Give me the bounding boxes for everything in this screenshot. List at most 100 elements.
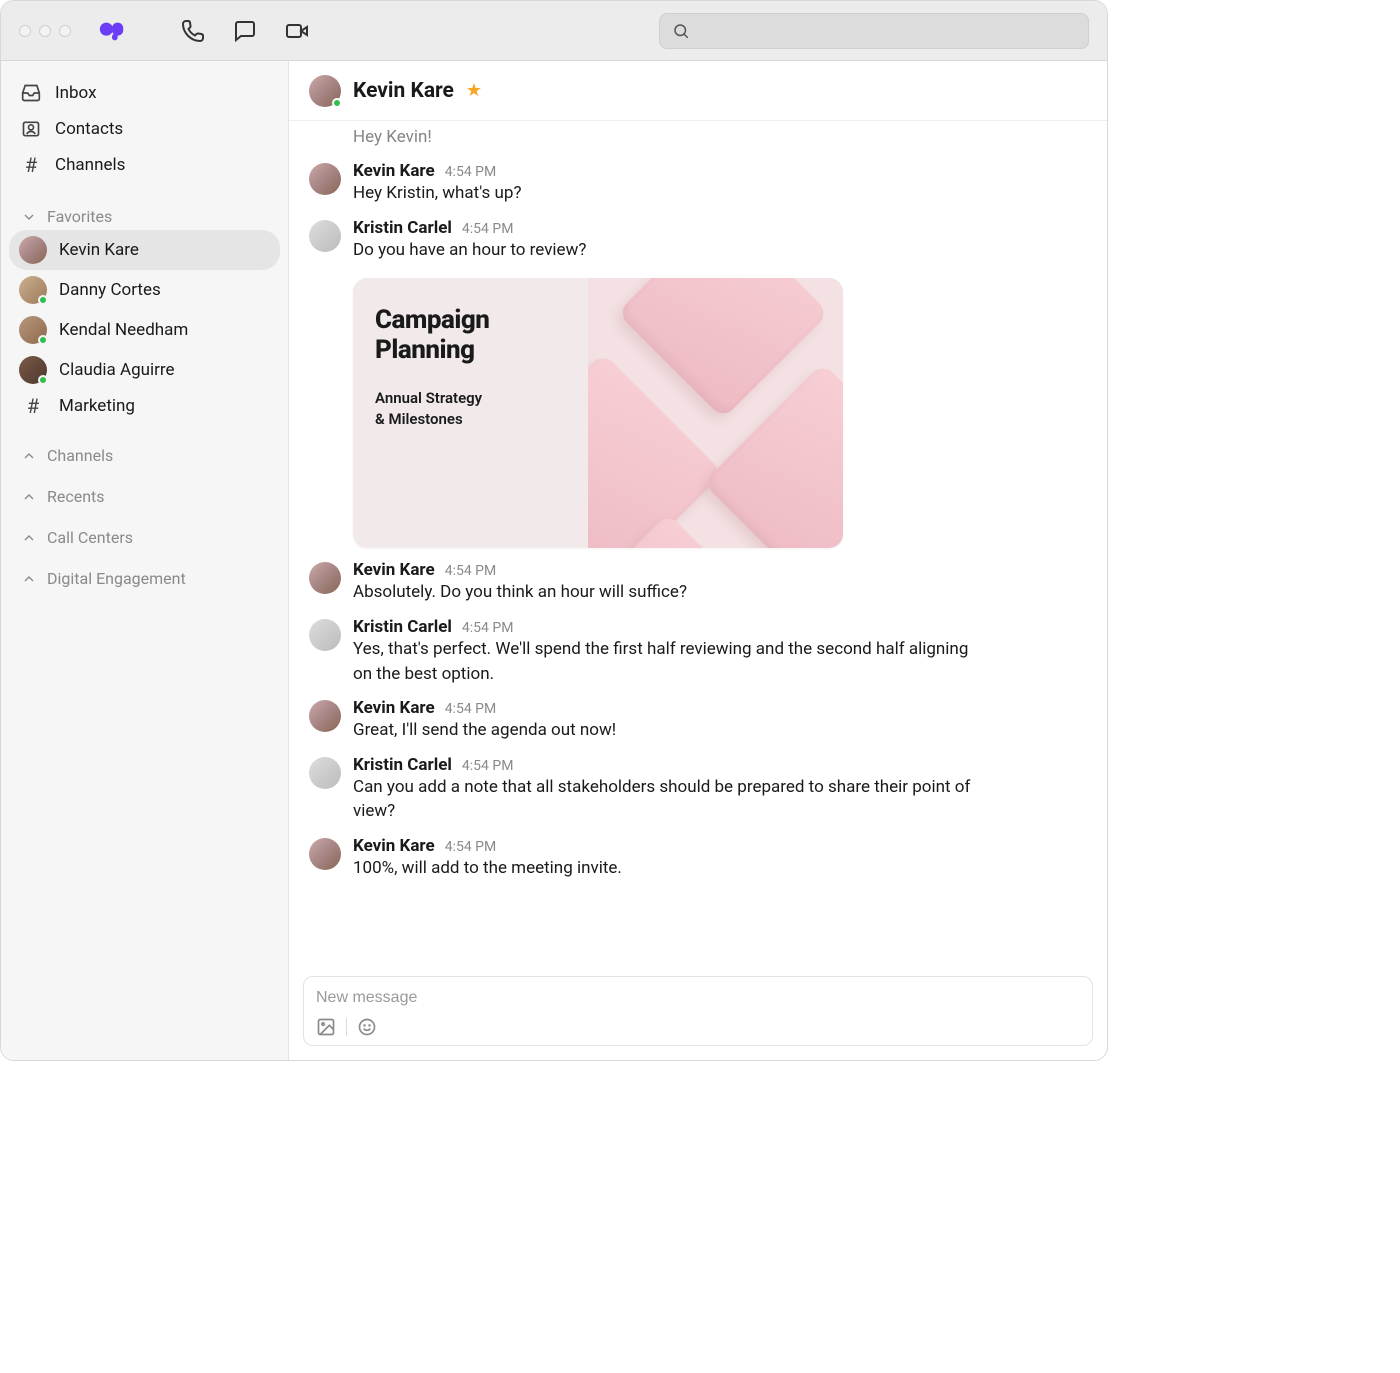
conversation-pane: Kevin Kare ★ Hey Kevin! Kevin Kare 4:54 P…: [289, 61, 1107, 1060]
favorite-kendal-needham[interactable]: Kendal Needham: [9, 310, 280, 350]
section-channels[interactable]: Channels: [9, 436, 280, 469]
window-controls: [19, 25, 71, 37]
message-text: Can you add a note that all stakeholders…: [353, 775, 973, 824]
message-sender: Kevin Kare: [353, 560, 435, 580]
message-row: Kevin Kare 4:54 PMGreat, I'll send the ag…: [309, 690, 1081, 747]
section-recents[interactable]: Recents: [9, 477, 280, 510]
message-sender: Kevin Kare: [353, 161, 435, 181]
section-call-centers[interactable]: Call Centers: [9, 518, 280, 551]
sidebar: Inbox Contacts # Channels Favorites Kevi…: [1, 61, 289, 1060]
attachment-graphic: [588, 278, 843, 548]
avatar: [309, 163, 341, 195]
message-text: Hey Kristin, what's up?: [353, 181, 521, 206]
app-logo: [97, 16, 127, 46]
section-label: Recents: [47, 487, 105, 506]
chevron-up-icon: [21, 571, 37, 587]
avatar: [19, 356, 47, 384]
inbox-icon: [21, 83, 41, 103]
nav-contacts[interactable]: Contacts: [9, 111, 280, 147]
message-text: Absolutely. Do you think an hour will su…: [353, 580, 687, 605]
chat-icon[interactable]: [233, 19, 257, 43]
avatar: [19, 276, 47, 304]
message-text: Do you have an hour to review?: [353, 238, 586, 263]
section-label: Call Centers: [47, 528, 133, 547]
message-row: Kevin Kare 4:54 PMAbsolutely. Do you thin…: [309, 552, 1081, 609]
favorite-label: Danny Cortes: [59, 280, 161, 300]
message-sender: Kevin Kare: [353, 698, 435, 718]
message-time: 4:54 PM: [445, 839, 497, 855]
hash-icon: #: [19, 396, 47, 416]
message-row: Kevin Kare 4:54 PM100%, will add to the m…: [309, 828, 1081, 885]
composer-tools: [316, 1017, 1080, 1037]
chevron-up-icon: [21, 448, 37, 464]
avatar: [309, 562, 341, 594]
presence-indicator: [38, 295, 48, 305]
top-actions: [181, 19, 309, 43]
nav-label: Channels: [55, 155, 125, 175]
app-window: Inbox Contacts # Channels Favorites Kevi…: [0, 0, 1108, 1061]
attachment-title: CampaignPlanning: [375, 306, 566, 366]
traffic-close[interactable]: [19, 25, 31, 37]
message-list[interactable]: Hey Kevin! Kevin Kare4:54 PMHey Kristin,…: [289, 121, 1107, 970]
avatar: [309, 220, 341, 252]
message-time: 4:54 PM: [462, 221, 514, 237]
section-label: Favorites: [47, 207, 112, 226]
avatar: [309, 757, 341, 789]
message-text: 100%, will add to the meeting invite.: [353, 856, 622, 881]
favorite-label: Kevin Kare: [59, 240, 139, 260]
message-sender: Kristin Carlel: [353, 617, 452, 637]
nav-label: Inbox: [55, 83, 97, 103]
video-icon[interactable]: [285, 19, 309, 43]
section-favorites[interactable]: Favorites: [9, 197, 280, 230]
message-sender: Kristin Carlel: [353, 755, 452, 775]
favorite-label: Claudia Aguirre: [59, 360, 175, 380]
avatar: [309, 700, 341, 732]
search-icon: [672, 22, 690, 40]
conversation-header: Kevin Kare ★: [289, 61, 1107, 121]
message-row: Kevin Kare 4:54 PMHey Kristin, what's up?: [309, 153, 1081, 210]
presence-indicator: [332, 98, 342, 108]
favorite-danny-cortes[interactable]: Danny Cortes: [9, 270, 280, 310]
image-icon[interactable]: [316, 1017, 336, 1037]
search-input[interactable]: [659, 13, 1089, 49]
attachment-subtitle: Annual Strategy& Milestones: [375, 388, 566, 430]
avatar: [309, 75, 341, 107]
phone-icon[interactable]: [181, 19, 205, 43]
hash-icon: #: [21, 155, 41, 175]
separator: [346, 1018, 347, 1036]
composer-input[interactable]: [316, 989, 1080, 1007]
attachment-card[interactable]: CampaignPlanning Annual Strategy& Milesto…: [353, 278, 843, 548]
favorite-kevin-kare[interactable]: Kevin Kare: [9, 230, 280, 270]
section-digital-engagement[interactable]: Digital Engagement: [9, 559, 280, 592]
traffic-zoom[interactable]: [59, 25, 71, 37]
favorite-marketing[interactable]: # Marketing: [9, 390, 280, 422]
chevron-up-icon: [21, 530, 37, 546]
favorite-label: Kendal Needham: [59, 320, 188, 340]
chevron-up-icon: [21, 489, 37, 505]
chevron-down-icon: [21, 209, 37, 225]
message-time: 4:54 PM: [462, 620, 514, 636]
app-body: Inbox Contacts # Channels Favorites Kevi…: [1, 61, 1107, 1060]
nav-channels[interactable]: # Channels: [9, 147, 280, 183]
message-time: 4:54 PM: [462, 758, 514, 774]
emoji-icon[interactable]: [357, 1017, 377, 1037]
message-text: Great, I'll send the agenda out now!: [353, 718, 616, 743]
section-label: Digital Engagement: [47, 569, 186, 588]
message-time: 4:54 PM: [445, 563, 497, 579]
message-text: Yes, that's perfect. We'll spend the fir…: [353, 637, 973, 686]
favorite-label: Marketing: [59, 396, 135, 416]
traffic-minimize[interactable]: [39, 25, 51, 37]
message-composer[interactable]: [303, 976, 1093, 1046]
avatar: [309, 838, 341, 870]
presence-indicator: [38, 335, 48, 345]
favorite-claudia-aguirre[interactable]: Claudia Aguirre: [9, 350, 280, 390]
titlebar: [1, 1, 1107, 61]
message-time: 4:54 PM: [445, 164, 497, 180]
logo-icon: [97, 16, 127, 46]
message-row: Kristin Carlel 4:54 PMYes, that's perfect…: [309, 609, 1081, 690]
message-time: 4:54 PM: [445, 701, 497, 717]
nav-inbox[interactable]: Inbox: [9, 75, 280, 111]
truncated-message: Hey Kevin!: [353, 127, 1081, 153]
message-sender: Kevin Kare: [353, 836, 435, 856]
star-icon[interactable]: ★: [466, 80, 482, 101]
